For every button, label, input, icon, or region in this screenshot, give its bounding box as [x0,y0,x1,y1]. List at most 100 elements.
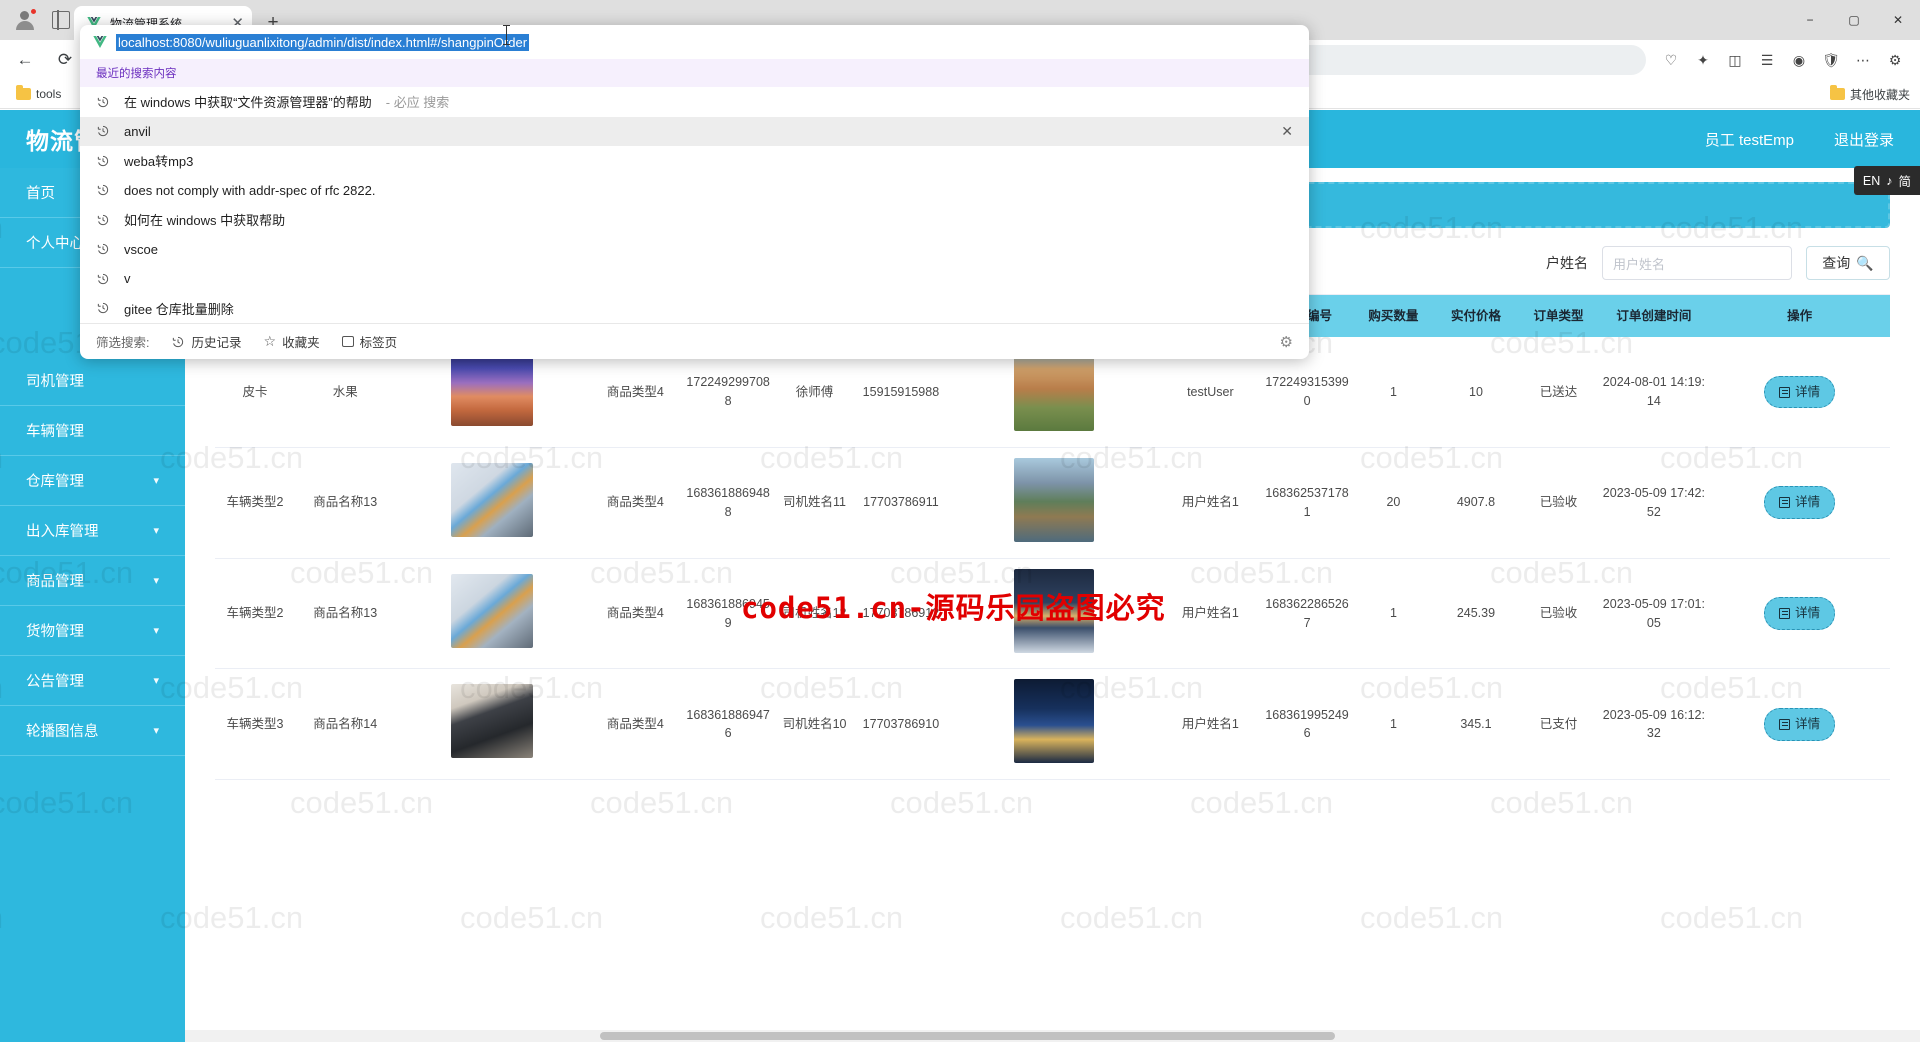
logout-button[interactable]: 退出登录 [1834,129,1894,150]
suggestion-item[interactable]: gitee 仓库批量删除 [80,294,1309,324]
history-icon [97,303,109,314]
sidebar-item-carousel-info[interactable]: 轮播图信息 ▾ [0,706,185,756]
sidebar-item-warehouse-management[interactable]: 仓库管理 ▾ [0,456,185,506]
product-photo-thumbnail[interactable] [451,462,534,537]
split-screen-icon[interactable]: ◫ [1720,45,1750,75]
suggestion-item[interactable]: anvil ✕ [80,116,1309,146]
cell-order-no: 1683619952496 [1260,668,1354,781]
search-label: 户姓名 [1546,255,1588,271]
sidebar-item-inout-management[interactable]: 出入库管理 ▾ [0,506,185,556]
back-icon[interactable]: ← [10,45,40,75]
history-icon [173,336,184,347]
titlebar-left-icons [0,0,74,40]
browser-essentials-icon[interactable]: ◉ [1784,45,1814,75]
table-row[interactable]: 车辆类型3 商品名称14 商品类型4 1683618869476 司机姓名10 … [215,668,1890,781]
cell-order-no: 1683622865267 [1260,558,1354,670]
sparkle-icon[interactable]: ✦ [1688,45,1718,75]
search-input[interactable]: 用户姓名 [1602,246,1792,280]
omnibox-suggestions-popup: localhost:8080/wuliuguanlixitong/admin/d… [80,25,1309,359]
window-close-button[interactable]: ✕ [1876,4,1920,36]
history-icon [97,214,109,225]
query-button[interactable]: 查询 🔍 [1806,246,1890,280]
history-icon [97,155,109,166]
search-icon: 🔍 [1856,254,1874,271]
suggestion-item[interactable]: 在 windows 中获取“文件资源管理器”的帮助 - 必应 搜索 [80,87,1309,117]
detail-button[interactable]: 详情 [1764,707,1836,741]
list-icon [1779,497,1791,509]
detail-button[interactable]: 详情 [1764,375,1836,409]
history-icon [97,126,109,137]
sidebar-item-label: 车辆管理 [26,424,84,440]
sidebar-item-driver-management[interactable]: 司机管理 [0,356,185,406]
driver-avatar-thumbnail[interactable] [1013,457,1094,542]
horizontal-scrollbar[interactable] [185,1030,1920,1042]
cell-product-photo [395,668,589,781]
remove-suggestion-icon[interactable]: ✕ [1281,123,1293,140]
window-minimize-button[interactable]: − [1788,4,1832,36]
driver-avatar-thumbnail[interactable] [1013,347,1094,432]
cell-driver-phone: 17703786911 [854,447,948,559]
language-badge[interactable]: EN ♪ 简 [1853,166,1920,195]
query-button-label: 查询 [1822,255,1851,271]
list-icon [1779,608,1791,619]
recent-searches-header: 最近的搜索内容 [80,59,1309,87]
cell-order-no: 1683625371781 [1260,447,1354,559]
orders-table: 车辆类型 商品名称 商品照片 商品类型 司机编号 司机姓名 司机手机号 司机头像… [215,295,1890,781]
tab-actions-icon[interactable] [52,10,70,30]
suggestion-item[interactable]: 如何在 windows 中获取帮助 [80,205,1309,235]
list-icon [1779,386,1791,398]
cell-user-name: 用户姓名1 [1160,558,1261,670]
reload-icon[interactable]: ⟳ [50,45,80,75]
vue-logo-icon [93,36,107,48]
cell-product-name: 商品名称13 [294,558,396,670]
shield-icon[interactable]: 🛡 [1816,45,1846,75]
cell-order-type: 已验收 [1518,447,1599,559]
other-favorites[interactable]: 其他收藏夹 [1829,85,1910,103]
detail-button[interactable]: 详情 [1764,486,1836,520]
suggestion-item[interactable]: weba转mp3 [80,146,1309,176]
sidebar-item-label: 司机管理 [26,374,84,390]
table-row[interactable]: 车辆类型2 商品名称13 商品类型4 1683618869488 司机姓名11 … [215,447,1890,559]
settings-icon[interactable]: ⚙ [1880,45,1910,75]
cell-user-name: 用户姓名1 [1160,668,1261,781]
filter-history-label: 历史记录 [191,336,242,350]
omnibox-url-text: localhost:8080/wuliuguanlixitong/admin/d… [116,33,530,51]
collections-icon[interactable]: ☰ [1752,45,1782,75]
filter-tabs-button[interactable]: 标签页 [341,332,397,351]
scrollbar-thumb[interactable] [600,1032,1335,1040]
heart-icon[interactable]: ♡ [1656,45,1686,75]
bookmark-item-tools[interactable]: tools [10,84,67,104]
product-photo-thumbnail[interactable] [451,684,534,759]
chevron-down-icon: ▾ [153,575,159,587]
gear-icon[interactable]: ⚙ [1280,333,1293,351]
sidebar-item-vehicle-management[interactable]: 车辆管理 [0,406,185,456]
product-photo-thumbnail[interactable] [451,573,534,648]
sidebar-item-product-management[interactable]: 商品管理 ▾ [0,556,185,606]
sidebar-item-label: 商品管理 [26,574,84,590]
profile-avatar-icon[interactable] [14,8,37,31]
sidebar-item-goods-management[interactable]: 货物管理 ▾ [0,606,185,656]
detail-button[interactable]: 详情 [1764,597,1836,630]
filter-label: 筛选搜索: [96,336,150,350]
filter-favorites-button[interactable]: ☆ 收藏夹 [264,332,320,351]
sidebar-item-label: 仓库管理 [26,474,84,490]
cell-actions: 详情 [1709,447,1890,559]
filter-history-button[interactable]: 历史记录 [171,332,242,351]
cell-quantity: 20 [1353,447,1434,559]
other-favorites-label: 其他收藏夹 [1849,87,1910,102]
driver-avatar-thumbnail[interactable] [1013,679,1094,764]
cell-price: 345.1 [1433,668,1519,781]
cell-product-photo [395,447,589,559]
chevron-down-icon: ▾ [153,675,159,687]
suggestion-item[interactable]: vscoe [80,235,1309,265]
suggestion-item[interactable]: v [80,264,1309,294]
more-options-icon[interactable]: ⋯ [1848,45,1878,75]
suggestion-text: 如何在 windows 中获取帮助 [124,213,286,229]
window-maximize-button[interactable]: ▢ [1832,4,1876,36]
product-photo-thumbnail[interactable] [451,352,534,427]
suggestion-item[interactable]: does not comply with addr-spec of rfc 28… [80,176,1309,206]
tab-icon [341,336,354,347]
search-input-placeholder: 用户姓名 [1613,256,1666,272]
sidebar-item-announcement-management[interactable]: 公告管理 ▾ [0,656,185,706]
omnibox-input-row[interactable]: localhost:8080/wuliuguanlixitong/admin/d… [80,25,1309,59]
